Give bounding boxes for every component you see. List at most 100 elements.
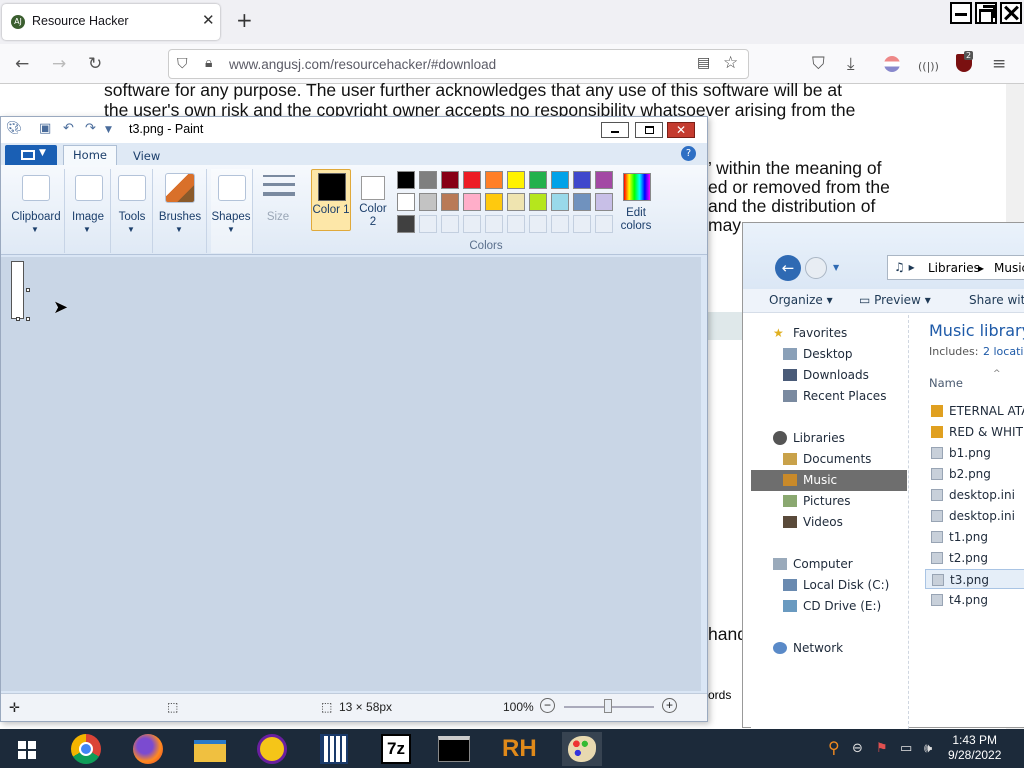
tray-minus-icon[interactable]: ⊖: [852, 741, 863, 756]
nav-network[interactable]: Network: [751, 638, 907, 659]
palette-swatch[interactable]: [573, 193, 591, 211]
paint-minimize-button[interactable]: [601, 122, 629, 138]
file-item[interactable]: b1.png: [925, 443, 1024, 463]
custom-color-slot[interactable]: [573, 215, 591, 233]
palette-swatch[interactable]: [551, 171, 569, 189]
nav-music[interactable]: Music: [751, 470, 907, 491]
bookmark-star-icon[interactable]: ☆: [723, 53, 738, 73]
palette-swatch[interactable]: [441, 193, 459, 211]
nav-favorites[interactable]: ★ Favorites: [751, 323, 907, 344]
file-item[interactable]: desktop.ini: [925, 485, 1024, 505]
file-item[interactable]: b2.png: [925, 464, 1024, 484]
shapes-group[interactable]: Shapes ▼: [211, 169, 253, 253]
includes-locations-link[interactable]: 2 locations: [983, 345, 1024, 358]
file-item[interactable]: t3.png: [925, 569, 1024, 589]
file-item[interactable]: desktop.ini: [925, 506, 1024, 526]
share-with-button[interactable]: Share with: [969, 293, 1024, 307]
paint-close-button[interactable]: ✕: [667, 122, 695, 138]
palette-swatch[interactable]: [573, 171, 591, 189]
nav-cd-drive[interactable]: CD Drive (E:): [751, 596, 907, 617]
palette-swatch[interactable]: [485, 171, 503, 189]
volume-icon[interactable]: 🕪︎: [924, 741, 932, 756]
command-prompt-icon[interactable]: [434, 732, 474, 766]
clipboard-group[interactable]: Clipboard ▼: [7, 169, 65, 253]
palette-swatch[interactable]: [441, 171, 459, 189]
search-icon[interactable]: ⚲: [828, 738, 840, 757]
palette-swatch[interactable]: [397, 215, 415, 233]
nav-videos[interactable]: Videos: [751, 512, 907, 533]
recent-pages-icon[interactable]: ▼: [833, 263, 839, 272]
new-tab-button[interactable]: +: [236, 9, 253, 31]
custom-color-slot[interactable]: [485, 215, 503, 233]
resize-handle[interactable]: [16, 317, 20, 321]
palette-swatch[interactable]: [397, 171, 415, 189]
breadcrumb-libraries[interactable]: Libraries: [928, 261, 980, 275]
start-button[interactable]: [8, 732, 48, 766]
color1-button[interactable]: Color 1: [311, 169, 351, 231]
save-icon[interactable]: ▣: [39, 121, 51, 136]
browser-tab[interactable]: AJ Resource Hacker ✕: [2, 4, 220, 40]
canvas-area[interactable]: [1, 257, 701, 691]
image-group[interactable]: Image ▼: [67, 169, 111, 253]
tray-network-icon[interactable]: ▭: [900, 741, 912, 756]
forward-button[interactable]: [805, 257, 827, 279]
drawing-canvas[interactable]: [11, 261, 30, 321]
paint-maximize-button[interactable]: [635, 122, 663, 138]
undo-icon[interactable]: ↶: [63, 121, 74, 136]
name-column-header[interactable]: Name: [929, 376, 963, 390]
window-restore-button[interactable]: [975, 2, 997, 24]
zoom-in-button[interactable]: +: [662, 698, 677, 713]
breadcrumb-music[interactable]: Music: [994, 261, 1024, 275]
paint-title-bar[interactable]: 🎨︎ ▣ ↶ ↷ ▼ t3.png - Paint ✕: [1, 117, 707, 143]
nav-downloads[interactable]: Downloads: [751, 365, 907, 386]
edit-colors-button[interactable]: Edit colors: [619, 171, 655, 241]
folder-item[interactable]: ETERNAL ATARI: [925, 401, 1024, 421]
custom-color-slot[interactable]: [595, 215, 613, 233]
tab-close-icon[interactable]: ✕: [202, 11, 215, 29]
window-close-button[interactable]: [1000, 2, 1022, 24]
resource-hacker-icon[interactable]: RH: [498, 732, 538, 766]
paint-file-menu-button[interactable]: ▼: [5, 145, 57, 165]
yahoo-messenger-icon[interactable]: [252, 732, 292, 766]
help-icon[interactable]: ?: [681, 146, 696, 161]
7zip-icon[interactable]: 7z: [376, 732, 416, 766]
menu-icon[interactable]: ≡: [992, 54, 1006, 74]
calculator-icon[interactable]: [314, 732, 354, 766]
tracking-shield-icon[interactable]: ⛉: [177, 56, 188, 72]
brushes-group[interactable]: Brushes ▼: [155, 169, 207, 253]
zoom-slider-thumb[interactable]: [604, 699, 612, 713]
customize-qat-icon[interactable]: ▼: [105, 125, 112, 135]
folder-item[interactable]: RED & WHITE: [925, 422, 1024, 442]
nav-desktop[interactable]: Desktop: [751, 344, 907, 365]
palette-swatch[interactable]: [507, 171, 525, 189]
url-bar[interactable]: ⛉ 🔒︎ www.angusj.com/resourcehacker/#down…: [168, 49, 749, 79]
nav-libraries[interactable]: Libraries: [751, 428, 907, 449]
tab-home[interactable]: Home: [63, 145, 117, 166]
downloads-icon[interactable]: ⤓: [847, 54, 855, 74]
firefox-icon[interactable]: [128, 732, 168, 766]
file-item[interactable]: t2.png: [925, 548, 1024, 568]
back-button[interactable]: ←: [775, 255, 801, 281]
extension-icon[interactable]: ((|)): [918, 57, 939, 77]
palette-swatch[interactable]: [463, 193, 481, 211]
palette-swatch[interactable]: [485, 193, 503, 211]
resize-handle[interactable]: [26, 288, 30, 292]
palette-swatch[interactable]: [595, 193, 613, 211]
paint-taskbar-icon[interactable]: [562, 732, 602, 766]
reload-icon[interactable]: ↻: [88, 54, 102, 74]
tray-flag-icon[interactable]: ⚑: [876, 741, 888, 756]
file-item[interactable]: t4.png: [925, 590, 1024, 610]
palette-swatch[interactable]: [551, 193, 569, 211]
size-button[interactable]: Size: [257, 171, 299, 241]
organize-button[interactable]: Organize ▾: [769, 293, 833, 307]
chrome-icon[interactable]: [66, 732, 106, 766]
custom-color-slot[interactable]: [529, 215, 547, 233]
forward-icon[interactable]: →: [52, 54, 66, 74]
palette-swatch[interactable]: [529, 193, 547, 211]
nav-local-disk[interactable]: Local Disk (C:): [751, 575, 907, 596]
account-icon[interactable]: [884, 56, 900, 72]
nav-computer[interactable]: Computer: [751, 554, 907, 575]
nav-recent-places[interactable]: Recent Places: [751, 386, 907, 407]
palette-swatch[interactable]: [419, 171, 437, 189]
color2-button[interactable]: Color 2: [355, 173, 393, 235]
